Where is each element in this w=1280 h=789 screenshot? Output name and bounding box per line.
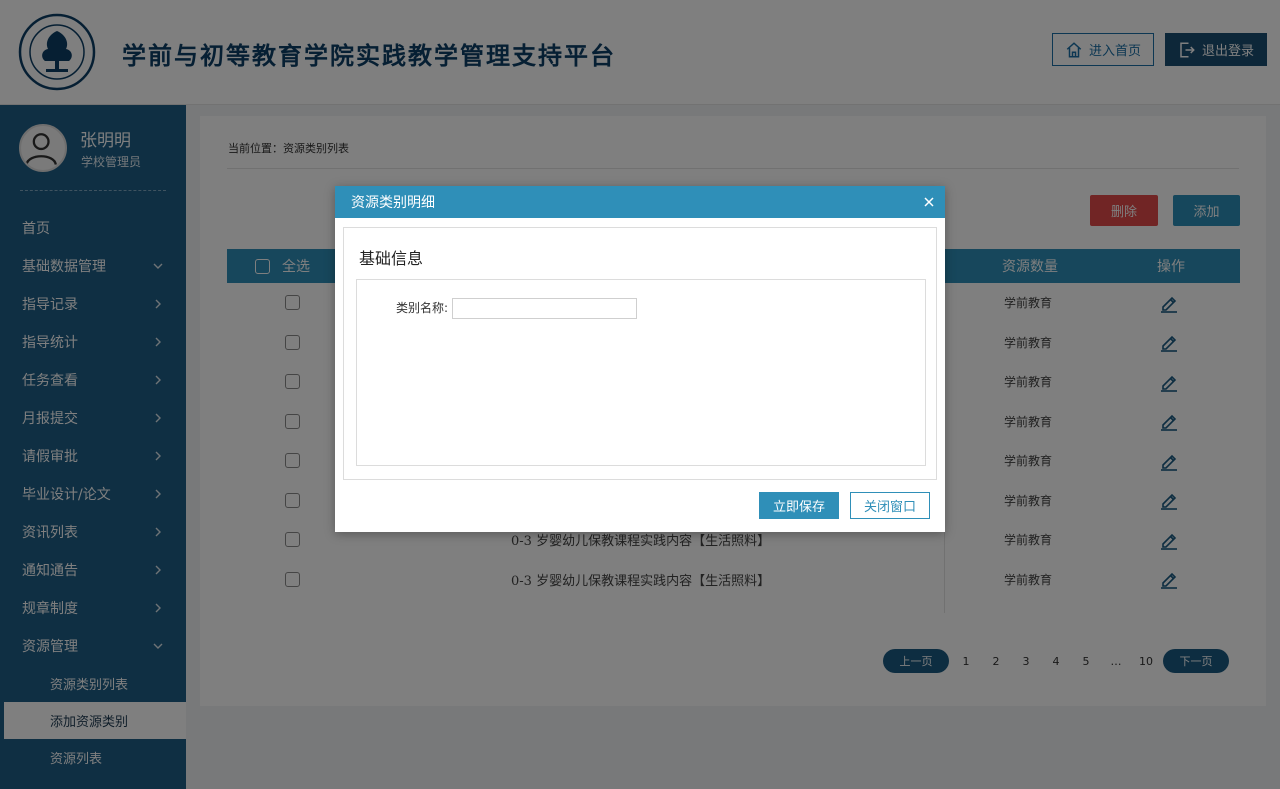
category-name-input[interactable] — [452, 298, 637, 319]
close-icon[interactable] — [921, 194, 937, 210]
modal-body: 基础信息 类别名称: — [343, 227, 937, 480]
close-window-button[interactable]: 关闭窗口 — [850, 492, 930, 519]
save-button[interactable]: 立即保存 — [759, 492, 839, 519]
section-title: 基础信息 — [359, 249, 424, 268]
category-detail-modal: 资源类别明细 基础信息 类别名称: 立即保存 关闭窗口 — [335, 186, 945, 532]
modal-title: 资源类别明细 — [351, 195, 435, 211]
form-area: 类别名称: — [356, 279, 926, 466]
category-name-label: 类别名称: — [396, 301, 449, 315]
modal-header: 资源类别明细 — [335, 186, 945, 218]
